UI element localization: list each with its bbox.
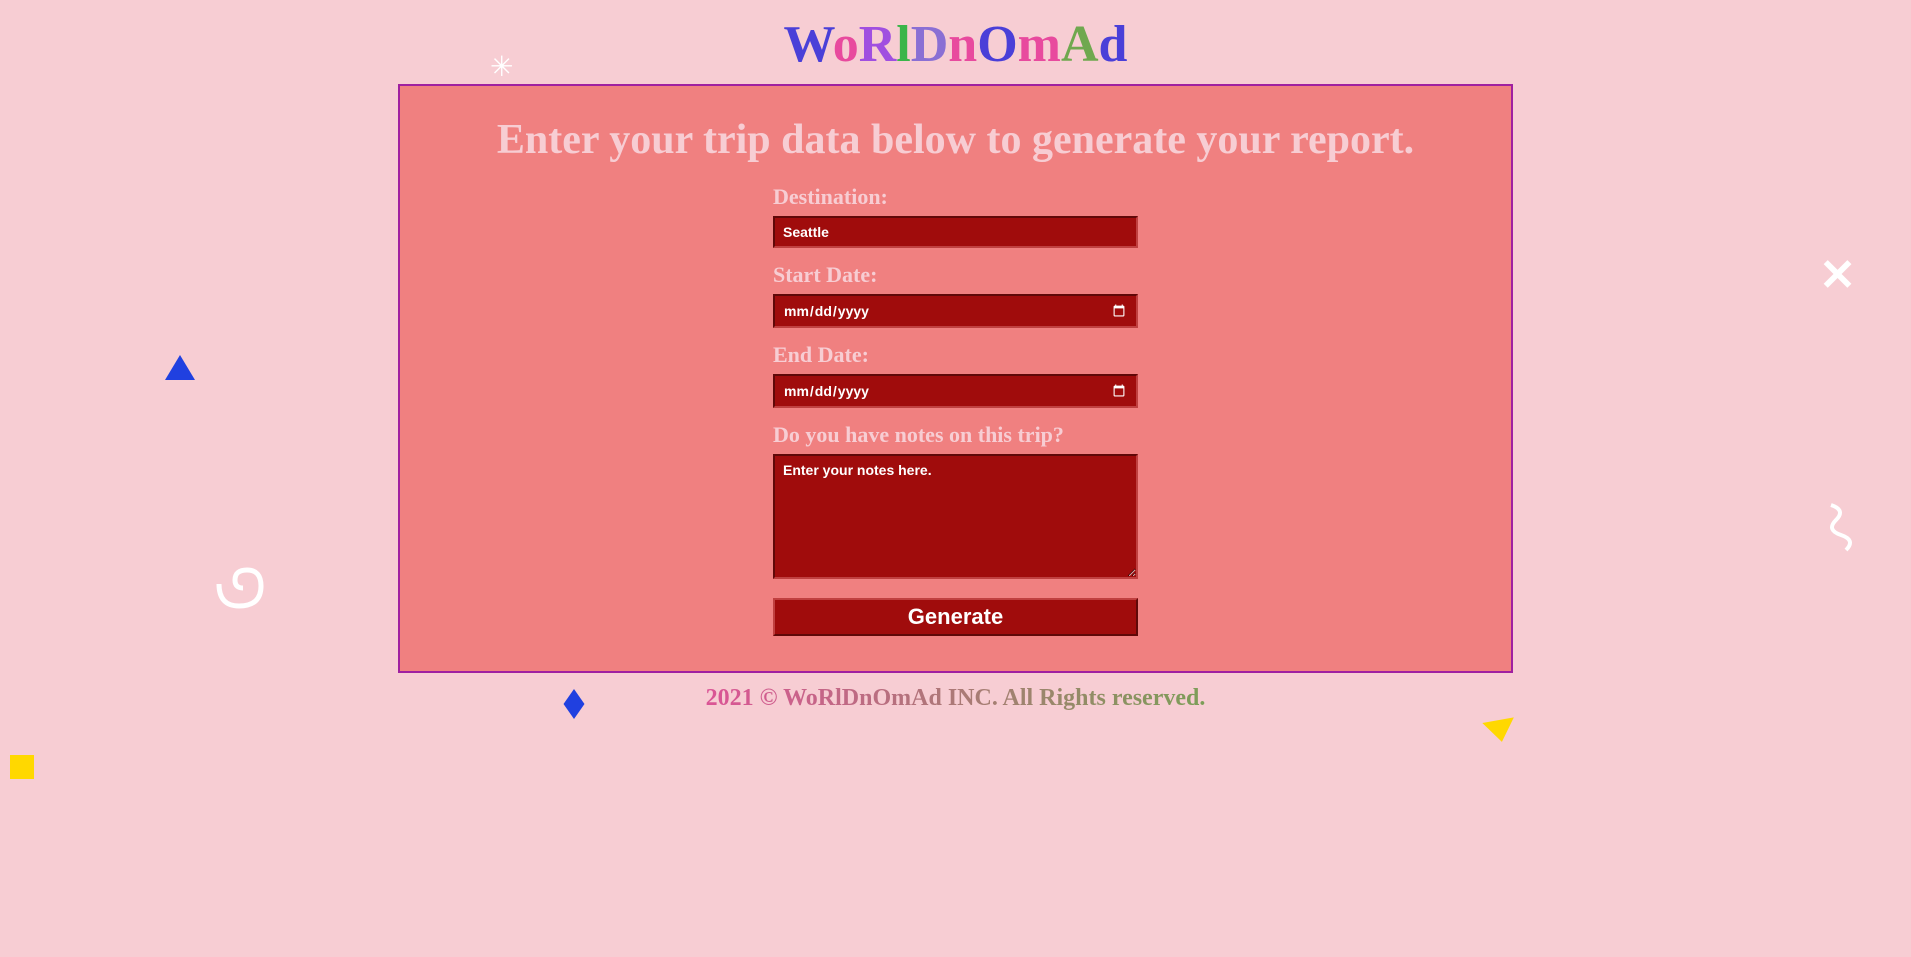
triangle-icon bbox=[165, 355, 195, 380]
x-icon: ✕ bbox=[1819, 250, 1856, 301]
yellow-square-icon bbox=[10, 755, 34, 779]
logo-char: W bbox=[784, 16, 833, 73]
start-date-input[interactable] bbox=[773, 294, 1138, 328]
app-logo: WoRlDnOmAd bbox=[0, 0, 1911, 84]
notes-label: Do you have notes on this trip? bbox=[773, 422, 1138, 448]
end-date-label: End Date: bbox=[773, 342, 1138, 368]
notes-textarea[interactable] bbox=[773, 454, 1138, 579]
logo-char: O bbox=[977, 16, 1017, 73]
spiral-icon bbox=[215, 560, 270, 627]
destination-label: Destination: bbox=[773, 184, 1138, 210]
panel-title: Enter your trip data below to generate y… bbox=[440, 116, 1471, 164]
logo-char: R bbox=[859, 16, 897, 73]
logo-char: m bbox=[1018, 16, 1061, 73]
footer-text: 2021 © WoRlDnOmAd INC. All Rights reserv… bbox=[0, 673, 1911, 724]
logo-char: l bbox=[896, 16, 910, 73]
logo-char: d bbox=[1099, 16, 1128, 73]
destination-input[interactable] bbox=[773, 216, 1138, 248]
end-date-input[interactable] bbox=[773, 374, 1138, 408]
logo-char: D bbox=[911, 16, 949, 73]
logo-char: n bbox=[948, 16, 977, 73]
generate-button[interactable]: Generate bbox=[773, 598, 1138, 636]
form-container: Destination: Start Date: End Date: Do yo… bbox=[773, 184, 1138, 636]
trip-form-panel: Enter your trip data below to generate y… bbox=[398, 84, 1513, 673]
squiggle-icon bbox=[1821, 500, 1861, 565]
logo-char: o bbox=[833, 16, 859, 73]
start-date-label: Start Date: bbox=[773, 262, 1138, 288]
logo-char: A bbox=[1061, 16, 1099, 73]
